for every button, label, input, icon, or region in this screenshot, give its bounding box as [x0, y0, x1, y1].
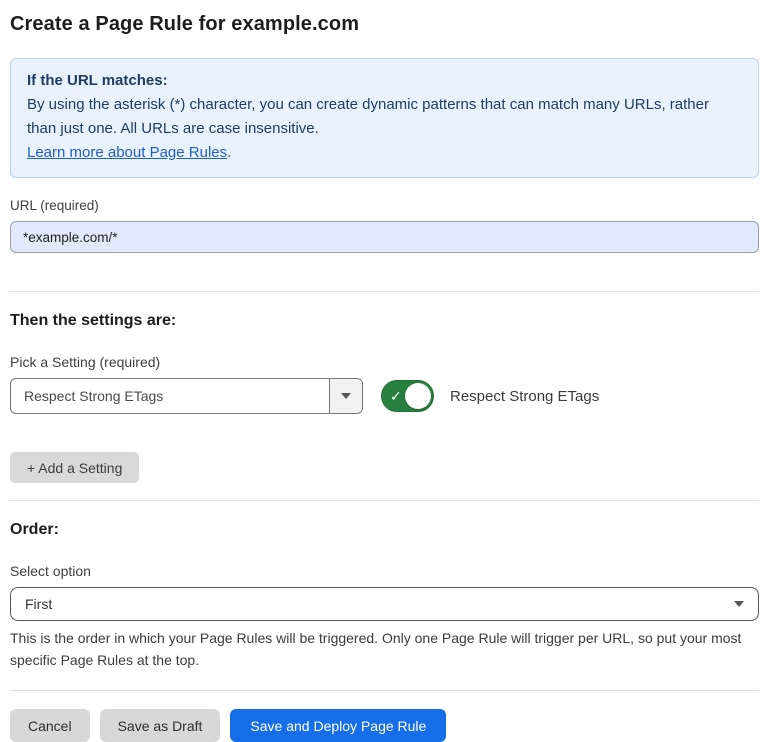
order-select[interactable]: First [10, 587, 759, 621]
settings-section-heading: Then the settings are: [10, 312, 759, 330]
footer-actions: Cancel Save as Draft Save and Deploy Pag… [10, 709, 759, 742]
setting-select-arrow-button[interactable] [329, 379, 362, 413]
etags-toggle-label: Respect Strong ETags [450, 388, 599, 405]
url-field-label: URL (required) [10, 198, 759, 213]
info-box-link-line: Learn more about Page Rules. [27, 141, 742, 165]
chevron-down-icon [341, 393, 351, 399]
etags-toggle[interactable]: ✓ [381, 380, 434, 412]
link-suffix: . [227, 144, 231, 161]
chevron-down-icon [734, 601, 744, 607]
divider [10, 291, 759, 292]
divider [10, 500, 759, 501]
learn-more-link[interactable]: Learn more about Page Rules [27, 144, 227, 161]
page-rule-form: Create a Page Rule for example.com If th… [0, 0, 769, 718]
url-match-info-box: If the URL matches: By using the asteris… [10, 58, 759, 178]
setting-row: Respect Strong ETags ✓ Respect Strong ET… [10, 378, 759, 414]
divider [10, 690, 759, 691]
cancel-button[interactable]: Cancel [10, 709, 90, 742]
page-title: Create a Page Rule for example.com [10, 12, 759, 36]
setting-select[interactable]: Respect Strong ETags [10, 378, 363, 414]
setting-select-value: Respect Strong ETags [11, 379, 329, 413]
save-draft-button[interactable]: Save as Draft [100, 709, 221, 742]
order-select-value: First [25, 596, 52, 612]
toggle-knob [405, 383, 431, 409]
order-select-label: Select option [10, 563, 759, 579]
url-input[interactable] [10, 221, 759, 253]
pick-setting-label: Pick a Setting (required) [10, 354, 759, 370]
info-box-body: By using the asterisk (*) character, you… [27, 93, 742, 141]
add-setting-button[interactable]: + Add a Setting [10, 452, 139, 483]
order-help-text: This is the order in which your Page Rul… [10, 627, 755, 671]
order-section-heading: Order: [10, 521, 759, 539]
info-box-heading: If the URL matches: [27, 69, 742, 93]
check-icon: ✓ [390, 389, 402, 403]
save-deploy-button[interactable]: Save and Deploy Page Rule [230, 709, 446, 742]
